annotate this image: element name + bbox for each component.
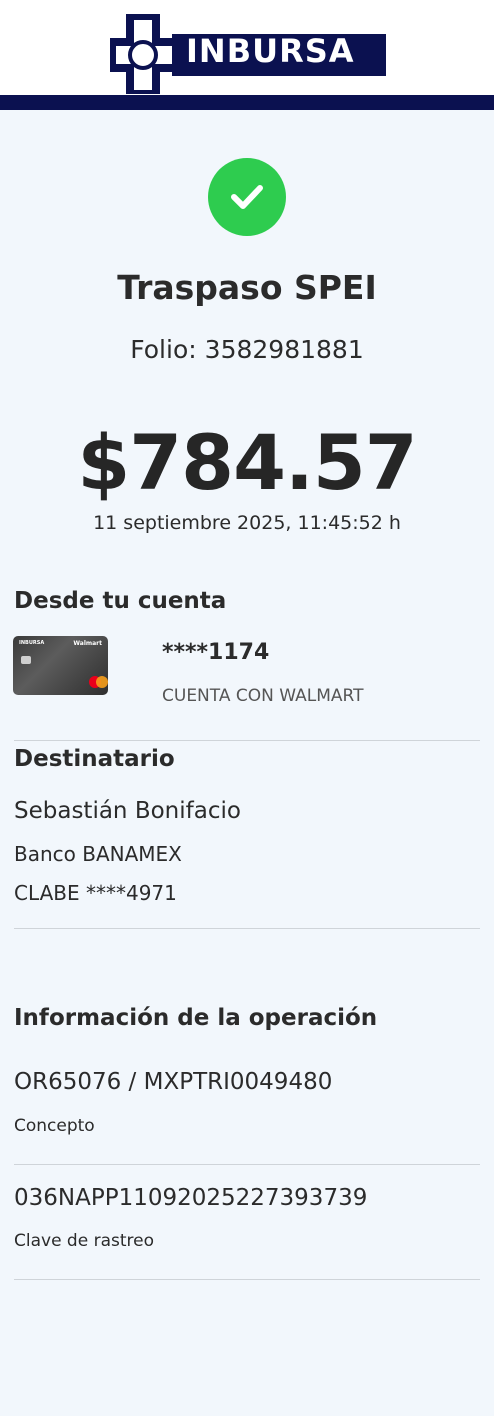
recipient-title: Destinatario: [14, 746, 175, 772]
header-bar: [0, 95, 494, 110]
divider: [14, 928, 480, 929]
folio: Folio: 3582981881: [0, 335, 494, 364]
app-header: INBURSA: [0, 0, 494, 110]
inbursa-logo: INBURSA: [110, 12, 386, 98]
page-title: Traspaso SPEI: [117, 268, 377, 307]
card-partner: Walmart: [73, 640, 102, 647]
concept-label: Concepto: [14, 1116, 95, 1136]
account-name: CUENTA CON WALMART: [162, 686, 364, 706]
recipient-name: Sebastián Bonifacio: [14, 798, 241, 824]
recipient-clabe: CLABE ****4971: [14, 881, 177, 905]
brand-name: INBURSA: [186, 32, 355, 70]
card-image: INBURSA Walmart: [13, 636, 108, 695]
recipient-bank: Banco BANAMEX: [14, 842, 182, 866]
account-number: ****1174: [162, 640, 270, 665]
folio-value: 3582981881: [204, 335, 364, 364]
from-account-title: Desde tu cuenta: [14, 588, 227, 614]
transfer-datetime: 11 septiembre 2025, 11:45:52 h: [93, 512, 401, 534]
divider: [14, 1164, 480, 1165]
mastercard-icon-right: [96, 676, 108, 688]
folio-label: Folio:: [130, 335, 197, 364]
concept-value: OR65076 / MXPTRI0049480: [14, 1069, 333, 1095]
operation-title: Información de la operación: [14, 1005, 378, 1031]
transfer-amount: $784.57: [77, 418, 417, 507]
divider: [14, 1279, 480, 1280]
check-icon: [231, 185, 263, 209]
success-badge: [208, 158, 286, 236]
tracking-value: 036NAPP11092025227393739: [14, 1185, 368, 1211]
card-chip: [21, 656, 31, 664]
tracking-label: Clave de rastreo: [14, 1231, 154, 1251]
card-brand: INBURSA: [19, 640, 45, 646]
divider: [14, 740, 480, 741]
